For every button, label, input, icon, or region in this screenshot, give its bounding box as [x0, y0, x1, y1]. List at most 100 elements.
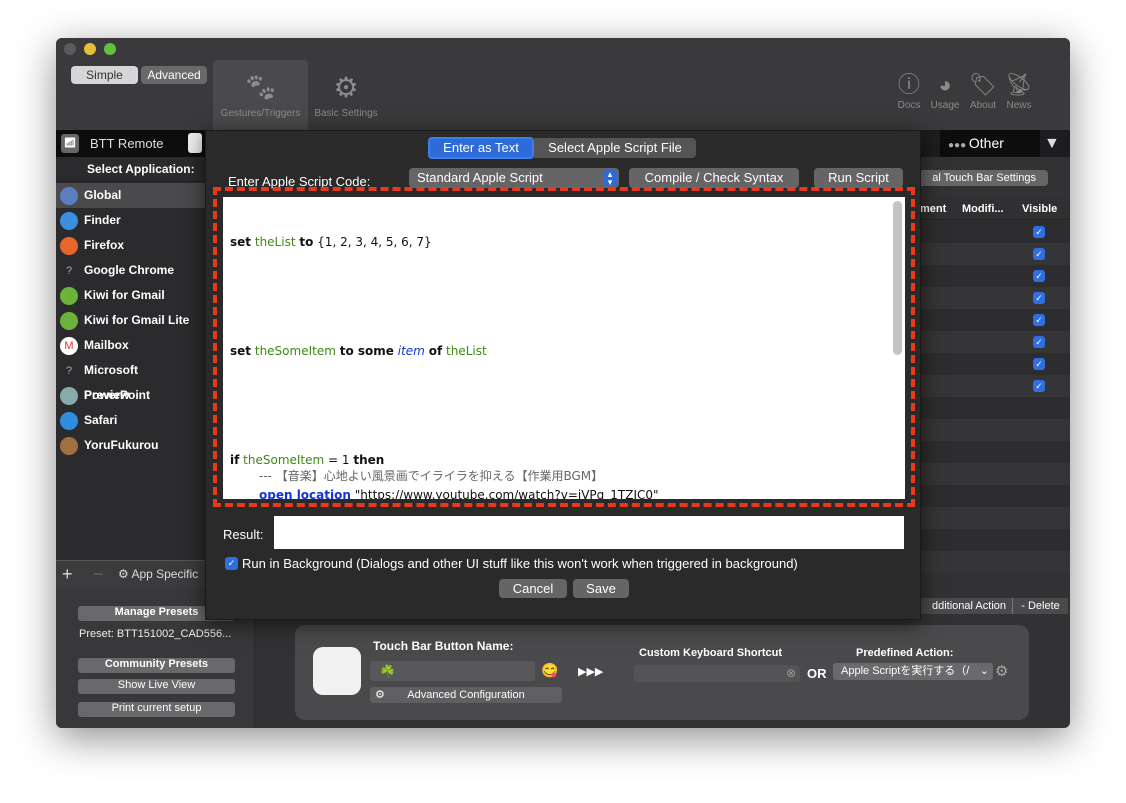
print-setup-button[interactable]: Print current setup — [78, 702, 235, 717]
visible-checkbox[interactable]: ✓ — [1033, 380, 1045, 392]
apple-script-dialog: Enter as Text Select Apple Script File E… — [205, 130, 921, 620]
column-header-modifier[interactable]: Modifi... — [962, 198, 1004, 220]
sidebar-item[interactable]: Firefox — [56, 233, 205, 258]
clear-icon[interactable]: ⊗ — [786, 666, 796, 680]
editor-scrollbar[interactable] — [893, 201, 902, 355]
docs-button[interactable]: ⓘ Docs — [891, 70, 927, 111]
visible-checkbox[interactable]: ✓ — [1033, 336, 1045, 348]
usage-button[interactable]: ◕ Usage — [927, 70, 963, 111]
sidebar-item[interactable]: M Mailbox — [56, 333, 205, 358]
delete-button[interactable]: - Delete — [1013, 598, 1068, 614]
tab-select-script-file[interactable]: Select Apple Script File — [534, 138, 696, 158]
visible-checkbox[interactable]: ✓ — [1033, 314, 1045, 326]
sidebar-item[interactable]: ? Microsoft PowerPoint — [56, 358, 205, 402]
visible-checkbox[interactable]: ✓ — [1033, 226, 1045, 238]
sidebar-item[interactable]: Finder — [56, 208, 205, 233]
sidebar-item[interactable]: Safari — [56, 408, 205, 433]
action-settings-gear-icon[interactable]: ⚙ — [995, 662, 1008, 680]
tab-enter-as-text[interactable]: Enter as Text — [428, 137, 534, 159]
keyboard-shortcut-input[interactable]: ⊗ — [634, 665, 800, 682]
dropdown-triangle-icon[interactable]: ▼ — [1044, 135, 1060, 153]
or-label: OR — [807, 666, 827, 681]
table-row[interactable] — [920, 419, 1070, 441]
sidebar-item[interactable]: Kiwi for Gmail — [56, 283, 205, 308]
result-field[interactable] — [274, 516, 904, 549]
table-row[interactable]: ✓ — [920, 375, 1070, 397]
sidebar-item[interactable]: ? Google Chrome — [56, 258, 205, 283]
app-specific-label: App Specific — [131, 567, 199, 581]
app-sidebar: Select Application: Global Finder Firefox?… — [56, 157, 205, 609]
remove-app-button[interactable]: − — [93, 564, 104, 585]
table-row[interactable] — [920, 485, 1070, 507]
visible-checkbox[interactable]: ✓ — [1033, 270, 1045, 282]
emoji-picker-button[interactable]: 😋 — [541, 662, 558, 679]
sidebar-item[interactable]: Global — [56, 183, 205, 208]
table-row[interactable] — [920, 441, 1070, 463]
compile-check-syntax-button[interactable]: Compile / Check Syntax — [629, 168, 799, 188]
code-token: of — [428, 344, 443, 358]
table-row[interactable]: ✓ — [920, 243, 1070, 265]
save-button[interactable]: Save — [573, 579, 629, 598]
column-header-element[interactable]: ment — [920, 198, 946, 220]
sidebar-item-label: Preview — [84, 388, 130, 402]
touch-bar-settings-button[interactable]: al Touch Bar Settings — [905, 170, 1048, 186]
news-button[interactable]: 📡︎ News — [1001, 70, 1037, 111]
table-row[interactable]: ✓ — [920, 221, 1070, 243]
predefined-action-label: Predefined Action: — [856, 647, 954, 659]
shortcut-label: Custom Keyboard Shortcut — [639, 647, 783, 659]
touch-bar-config-panel: Touch Bar Button Name: ☘️ 😋 ⚙ Advanced Co… — [295, 625, 1029, 720]
script-type-select[interactable]: Standard Apple Script ▴ ▾ — [409, 168, 619, 188]
visible-checkbox[interactable]: ✓ — [1033, 248, 1045, 260]
sidebar-item-label: Google Chrome — [84, 263, 175, 277]
advanced-configuration-button[interactable]: ⚙ Advanced Configuration — [370, 687, 562, 703]
table-row[interactable] — [920, 463, 1070, 485]
community-presets-button[interactable]: Community Presets — [78, 658, 235, 673]
sidebar-item[interactable]: Kiwi for Gmail Lite — [56, 308, 205, 333]
button-icon-preview[interactable] — [313, 647, 361, 695]
table-row[interactable]: ✓ — [920, 287, 1070, 309]
run-script-button[interactable]: Run Script — [814, 168, 903, 188]
docs-label: Docs — [897, 100, 921, 111]
table-row[interactable] — [920, 551, 1070, 573]
btt-remote-tab[interactable]: 📶︎ BTT Remote — [56, 130, 205, 157]
visible-checkbox[interactable]: ✓ — [1033, 358, 1045, 370]
visible-checkbox[interactable]: ✓ — [1033, 292, 1045, 304]
script-type-value: Standard Apple Script — [417, 170, 543, 185]
preset-name: Preset: BTT151002_CAD556... — [79, 628, 232, 640]
cancel-button[interactable]: Cancel — [499, 579, 567, 598]
predefined-action-select[interactable]: Apple Scriptを実行する（/ ⌄ — [833, 663, 993, 680]
column-header-visible[interactable]: Visible — [1022, 198, 1057, 220]
kiwi-icon — [60, 287, 78, 305]
button-name-input[interactable]: ☘️ — [370, 661, 535, 681]
simple-mode-button[interactable]: Simple — [71, 66, 138, 84]
question-icon: ? — [65, 365, 73, 377]
table-row[interactable]: ✓ — [920, 331, 1070, 353]
code-token: to — [299, 235, 314, 249]
basic-settings-tab[interactable]: ⚙ Basic Settings — [310, 60, 382, 130]
sidebar-item-label: Firefox — [84, 238, 125, 252]
table-row[interactable]: ✓ — [920, 353, 1070, 375]
zoom-window-button[interactable] — [104, 43, 116, 55]
add-app-button[interactable]: + — [62, 564, 73, 585]
advanced-mode-button[interactable]: Advanced — [141, 66, 207, 84]
run-background-checkbox[interactable]: ✓ — [225, 557, 238, 570]
sidebar-item[interactable]: Preview — [56, 383, 205, 408]
minimize-window-button[interactable] — [84, 43, 96, 55]
table-row[interactable] — [920, 529, 1070, 551]
table-row[interactable]: ✓ — [920, 309, 1070, 331]
code-editor[interactable]: set theList to {1, 2, 3, 4, 5, 6, 7} set… — [223, 197, 905, 499]
other-tab[interactable]: ●●● Other — [940, 130, 1040, 157]
table-row[interactable] — [920, 397, 1070, 419]
code-token: theList — [254, 235, 296, 249]
add-additional-action-button[interactable]: dditional Action — [920, 598, 1013, 614]
close-window-button[interactable] — [64, 43, 76, 55]
about-button[interactable]: 🏷︎ About — [965, 70, 1001, 111]
trackpad-icon — [188, 133, 202, 153]
table-row[interactable]: ✓ — [920, 265, 1070, 287]
app-specific-button[interactable]: ⚙ App Specific — [118, 567, 205, 581]
other-label: Other — [968, 135, 1004, 151]
table-row[interactable] — [920, 507, 1070, 529]
gestures-triggers-tab[interactable]: 🐾︎ Gestures/Triggers — [213, 60, 308, 130]
sidebar-item[interactable]: YoruFukurou — [56, 433, 205, 458]
show-live-view-button[interactable]: Show Live View — [78, 679, 235, 694]
